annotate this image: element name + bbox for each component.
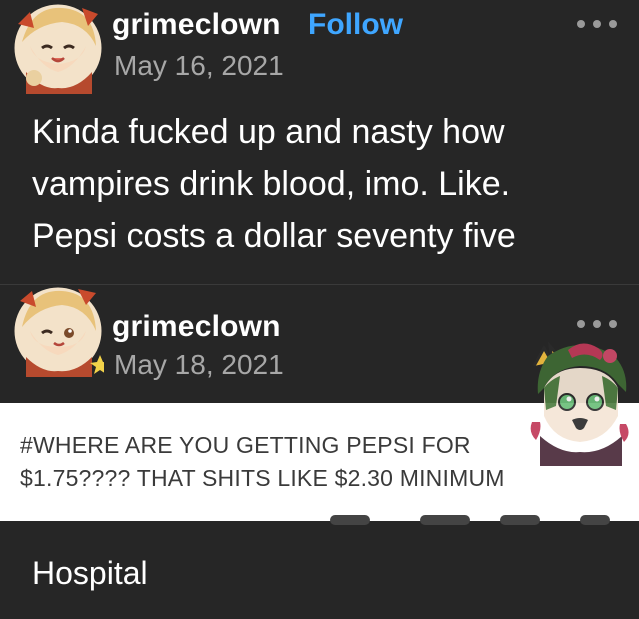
post1-date: May 16, 2021 (114, 50, 284, 81)
post1-body: Kinda fucked up and nasty how vampires d… (32, 106, 622, 262)
green-hair-character-sticker-icon (530, 341, 629, 466)
action-bar-fragment (580, 515, 610, 525)
action-bar-fragment (330, 515, 370, 525)
anime-avatar-winking-icon[interactable] (12, 285, 104, 377)
post1-username[interactable]: grimeclown (112, 8, 281, 42)
next-post-preview: Hospital (0, 515, 639, 619)
next-post-text: Hospital (32, 555, 148, 591)
tag-line[interactable]: $1.75???? THAT SHITS LIKE $2.30 MINIMUM (20, 462, 610, 495)
action-bar-fragment (420, 515, 470, 525)
more-options-icon[interactable] (575, 13, 625, 35)
post1-body-line: vampires drink blood, imo. Like. (32, 165, 511, 203)
post2-date: May 18, 2021 (114, 349, 284, 380)
post1-body-line: Pepsi costs a dollar seventy five (32, 217, 516, 255)
follow-button[interactable]: Follow (308, 8, 403, 42)
action-bar-fragment (500, 515, 540, 525)
post1-body-line: Kinda fucked up and nasty how (32, 113, 505, 151)
post-card-1: grimeclown Follow May 16, 2021 Kinda fuc… (0, 0, 639, 284)
more-options-icon[interactable] (575, 313, 625, 335)
anime-avatar-icon[interactable] (12, 2, 104, 94)
post2-username[interactable]: grimeclown (112, 310, 281, 344)
